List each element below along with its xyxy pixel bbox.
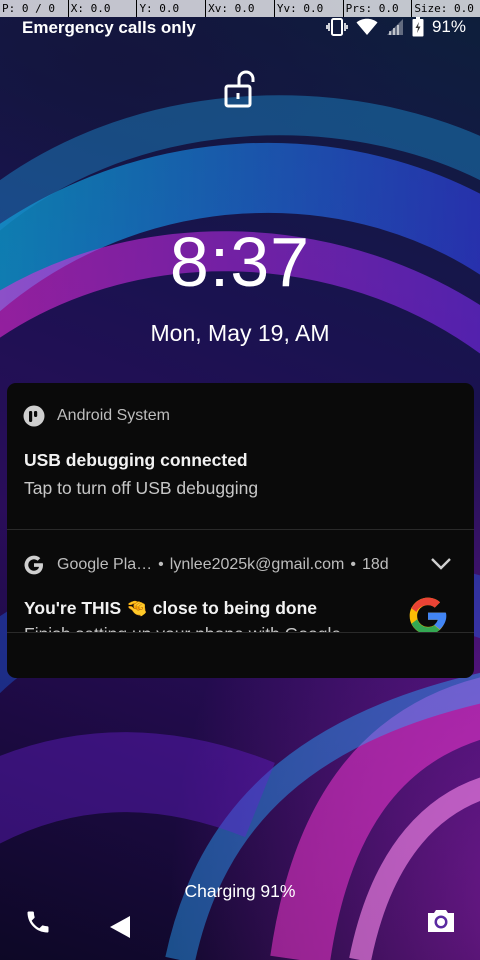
back-icon[interactable]: [108, 914, 132, 940]
notification-title: You're THIS 🤏 close to being done: [24, 598, 318, 618]
google-g-icon: [23, 554, 45, 576]
notification-title: USB debugging connected: [24, 450, 248, 470]
notification-bottom-line: [7, 632, 474, 633]
notification-app-name: Android System: [57, 407, 170, 424]
lockscreen-date: Mon, May 19, AM: [150, 320, 330, 346]
chevron-down-icon[interactable]: [430, 556, 452, 570]
notification-text: Tap to turn off USB debugging: [24, 478, 259, 498]
notification-content: Google Pla… • lynlee2025k@gmail.com • 18…: [7, 530, 474, 632]
notification-panel: Android System USB debugging connected T…: [7, 383, 474, 678]
notification-app-name: Google Pla…: [57, 556, 153, 573]
camera-icon[interactable]: [426, 908, 456, 934]
meta-separator: •: [158, 556, 164, 573]
status-bar: Emergency calls only 91%: [0, 17, 480, 41]
phone-icon[interactable]: [24, 908, 52, 936]
pointer-xv: Xv: 0.0: [206, 0, 275, 17]
android-system-icon: [23, 405, 45, 427]
pointer-x: X: 0.0: [69, 0, 138, 17]
wifi-icon: [356, 18, 378, 36]
notification-header: Android System: [23, 405, 170, 427]
pointer-y: Y: 0.0: [137, 0, 207, 17]
notification-header: Google Pla… • lynlee2025k@gmail.com • 18…: [23, 554, 389, 576]
charging-status: Charging 91%: [184, 881, 296, 901]
carrier-label: Emergency calls only: [22, 18, 196, 37]
meta-separator: •: [350, 556, 356, 573]
pointer-yv: Yv: 0.0: [275, 0, 344, 17]
battery-percent: 91%: [431, 17, 466, 36]
pointer-size: Size: 0.0: [414, 2, 474, 15]
pointer-pressure: Prs: 0.0: [344, 0, 413, 17]
vibrate-icon: [326, 18, 348, 36]
notification-google-play[interactable]: Google Pla… • lynlee2025k@gmail.com • 18…: [7, 530, 474, 678]
unlock-icon[interactable]: [222, 70, 258, 110]
battery-icon: [412, 17, 424, 37]
pointer-location-bar: P: 0 / 0 X: 0.0 Y: 0.0 Xv: 0.0 Yv: 0.0 P…: [0, 0, 480, 17]
signal-icon: [386, 18, 404, 36]
notification-age: 18d: [361, 556, 389, 573]
google-logo-icon: [408, 596, 448, 632]
status-icons: 91%: [326, 17, 466, 37]
notification-text: Finish setting up your phone with Google: [24, 624, 341, 632]
lockscreen-clock: 8:37: [169, 223, 311, 301]
notification-usb-debugging[interactable]: Android System USB debugging connected T…: [7, 383, 474, 529]
pointer-count: P: 0 / 0: [0, 0, 69, 17]
notification-account: lynlee2025k@gmail.com: [169, 556, 345, 573]
